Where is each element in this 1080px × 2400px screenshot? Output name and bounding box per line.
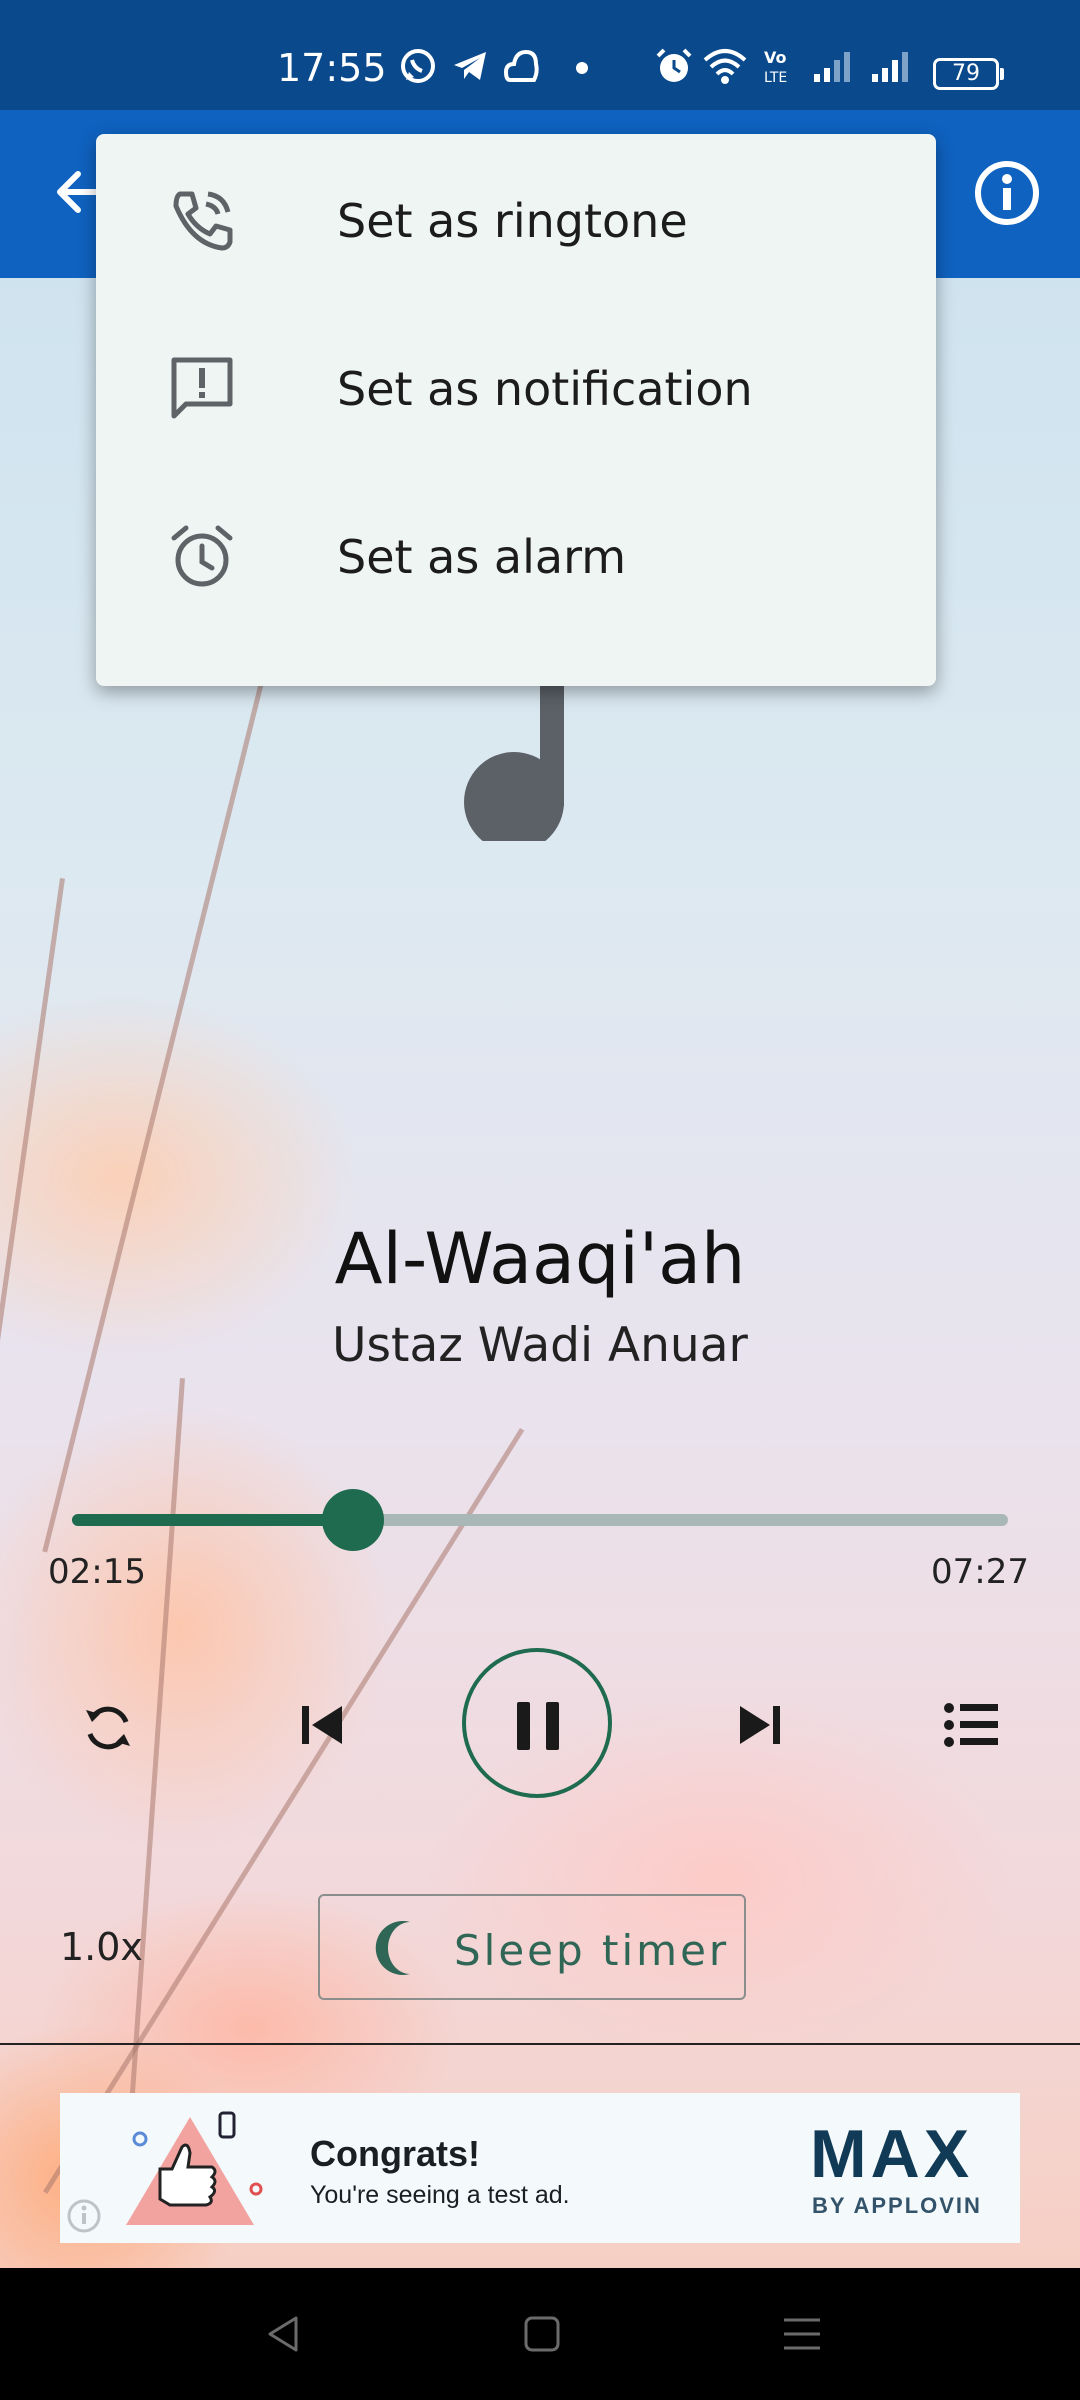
playlist-button[interactable] [944,1702,1000,1748]
ad-brand: MAX [810,2116,974,2192]
list-icon [944,1703,998,1747]
svg-text:LTE: LTE [764,70,787,86]
previous-button[interactable] [298,1700,348,1750]
ad-subtitle: You're seeing a test ad. [310,2181,570,2209]
flower-stem [42,678,265,1553]
pause-icon [517,1702,559,1750]
track-artist: Ustaz Wadi Anuar [332,1318,748,1373]
cloud-icon [503,49,539,82]
menu-item-set-ringtone[interactable]: Set as ringtone [96,134,936,302]
flower-stem [124,1378,185,2177]
arrow-back-icon [57,171,103,213]
ad-brand-sub: BY APPLOVIN [812,2193,982,2218]
thumbs-up-illustration [126,2111,263,2225]
menu-item-label: Set as alarm [337,530,627,584]
telegram-icon [454,52,486,80]
volte-icon: Vo LTE [764,48,787,86]
playback-speed-button[interactable]: 1.0x [60,1925,143,1969]
battery-indicator: 79 [933,58,1004,90]
divider [0,2043,1080,2045]
nav-menu-icon[interactable] [780,2312,824,2356]
menu-item-label: Set as notification [337,362,753,416]
ad-banner[interactable]: Congrats! You're seeing a test ad. MAX B… [60,2093,1020,2243]
svg-text:Vo: Vo [764,48,787,67]
dot-icon [576,62,588,74]
ad-title: Congrats! [310,2133,480,2174]
menu-item-label: Set as ringtone [337,194,688,248]
notification-icon [171,357,233,419]
nav-home-icon[interactable] [520,2312,564,2356]
popup-menu: Set as ringtone Set as notification Set … [96,134,936,686]
music-note-icon [464,686,564,841]
signal-icon [814,52,850,82]
info-button[interactable] [972,158,1042,228]
next-button[interactable] [734,1700,784,1750]
sleep-timer-button[interactable]: Sleep timer [318,1894,746,2000]
flower-stem [43,1428,525,2194]
alarm-icon [656,48,692,82]
sleep-timer-label: Sleep timer [454,1926,730,1975]
menu-item-set-notification[interactable]: Set as notification [96,302,936,470]
play-pause-button[interactable] [462,1648,612,1798]
whatsapp-icon [401,49,435,83]
track-title: Al-Waaqi'ah [334,1218,746,1300]
signal-icon [872,52,908,82]
nav-back-icon[interactable] [262,2312,306,2356]
ad-info-icon[interactable] [66,2198,102,2234]
seek-bar-thumb[interactable] [322,1489,384,1551]
info-icon [975,161,1039,225]
seek-bar-progress [72,1514,353,1526]
repeat-button[interactable] [80,1700,136,1756]
alarm-icon [171,525,233,587]
skip-next-icon [740,1706,780,1744]
elapsed-time: 02:15 [48,1552,146,1592]
total-time: 07:27 [931,1552,1029,1592]
phone-ring-icon [173,191,233,251]
status-bar: 17:55 Vo LTE 79 [0,0,1080,110]
moon-icon [375,1921,410,1975]
menu-item-set-alarm[interactable]: Set as alarm [96,470,936,638]
wifi-icon [703,49,747,84]
skip-previous-icon [302,1706,342,1744]
repeat-icon [86,1706,130,1750]
status-time: 17:55 [277,46,387,90]
navigation-bar [0,2268,1080,2400]
